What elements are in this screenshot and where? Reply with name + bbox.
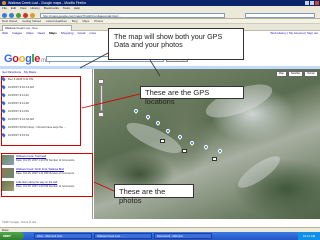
minimize-button[interactable]	[305, 1, 309, 5]
window-controls	[305, 1, 319, 5]
window-title: Wallowa Creek Lost - Google maps - Mozil…	[8, 1, 87, 5]
zoom-out-icon[interactable]	[98, 112, 104, 117]
firefox-icon	[2, 1, 6, 5]
back-icon[interactable]	[2, 12, 7, 18]
user-links[interactable]: Web History | My Account | Sign out	[270, 31, 318, 36]
map-type-satellite[interactable]: Satellite	[287, 71, 304, 77]
map-type-map[interactable]: Map	[275, 71, 287, 77]
taskbar-item[interactable]: Wallowa Creek Lost - ...	[94, 233, 152, 239]
nav-more[interactable]: more	[89, 31, 96, 36]
callout-gps-locations: These are the GPS locations	[140, 86, 244, 105]
nav-news[interactable]: News	[38, 31, 46, 36]
bookmark-item[interactable]: Latest Headlines	[46, 19, 67, 23]
bookmark-item[interactable]: Photos	[94, 19, 103, 23]
close-button[interactable]	[315, 1, 319, 5]
photo-marker-icon[interactable]	[182, 149, 187, 153]
nav-web[interactable]: Web	[2, 31, 8, 36]
browser-search-input[interactable]	[245, 12, 315, 18]
get-directions-link[interactable]: Get Directions	[2, 70, 21, 74]
map-pin-icon[interactable]	[155, 120, 161, 126]
start-button[interactable]: start	[0, 232, 24, 240]
photo-marker-icon[interactable]	[160, 139, 165, 143]
address-bar[interactable]: http://maps.google.com/maps?f=q&hl=en&ge…	[40, 12, 225, 18]
gps-highlight-box	[1, 76, 81, 146]
forward-icon[interactable]	[9, 12, 14, 18]
callout-map-info: The map will show both your GPS Data and…	[108, 28, 244, 60]
taskbar-item[interactable]: Document1 - Microsof...	[154, 233, 212, 239]
nav-shopping[interactable]: Shopping	[61, 31, 74, 36]
terrain-ridge	[202, 77, 276, 125]
map-type-controls: Map Satellite Terrain	[275, 71, 318, 77]
bookmark-item[interactable]: Maps	[82, 19, 89, 23]
terrain-ridge	[233, 151, 285, 193]
terrain-ridge	[123, 117, 185, 159]
panel-links: Get Directions My Maps	[2, 70, 36, 74]
map-pin-icon[interactable]	[189, 140, 195, 146]
my-maps-link[interactable]: My Maps	[24, 70, 36, 74]
map-pin-icon[interactable]	[165, 128, 171, 134]
map-pin-icon[interactable]	[203, 144, 209, 150]
reload-icon[interactable]	[16, 12, 21, 18]
zoom-slider[interactable]	[99, 85, 103, 111]
nav-maps-active: Maps	[49, 31, 57, 35]
photos-highlight-box	[1, 153, 93, 197]
navigation-toolbar: http://maps.google.com/maps?f=q&hl=en&ge…	[0, 11, 320, 19]
photo-marker-icon[interactable]	[212, 157, 217, 161]
bookmark-item[interactable]: Getting Started	[22, 19, 41, 23]
map-type-terrain[interactable]: Terrain	[304, 71, 318, 77]
map-footer: ©2007 Google - Terms of Use	[0, 219, 320, 227]
map-pin-icon[interactable]	[217, 148, 223, 154]
stop-icon[interactable]	[23, 12, 28, 18]
taskbar-item[interactable]: Inbox - Microsoft Outl...	[34, 233, 92, 239]
callout-photos: These are the photos	[114, 184, 194, 204]
taskbar-clock: 10:11 AM	[298, 232, 320, 240]
zoom-control	[98, 79, 104, 119]
nav-images[interactable]: Images	[12, 31, 22, 36]
map-pin-icon[interactable]	[133, 108, 139, 114]
zoom-in-icon[interactable]	[98, 79, 104, 84]
nav-video[interactable]: Video	[26, 31, 34, 36]
bookmark-item[interactable]: Blog	[72, 19, 78, 23]
map-pin-icon[interactable]	[145, 114, 151, 120]
home-icon[interactable]	[30, 12, 35, 18]
map-pin-icon[interactable]	[177, 134, 183, 140]
nav-gmail[interactable]: Gmail	[77, 31, 85, 36]
maximize-button[interactable]	[310, 1, 314, 5]
bookmark-item[interactable]: Most Visited	[2, 19, 17, 23]
windows-taskbar: start Inbox - Microsoft Outl... Wallowa …	[0, 232, 320, 240]
